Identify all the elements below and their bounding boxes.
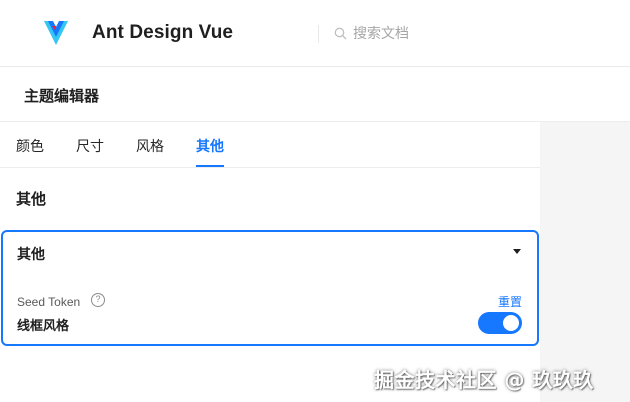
theme-editor-header: 主题编辑器 <box>0 67 630 122</box>
section-title: 其他 <box>16 190 47 208</box>
tab-bar: 颜色 尺寸 风格 其他 <box>0 122 540 168</box>
ant-design-vue-logo-icon[interactable] <box>42 17 70 49</box>
caret-down-icon[interactable] <box>513 249 521 254</box>
switch-knob <box>503 315 519 331</box>
search-icon <box>334 27 347 39</box>
top-header: Ant Design Vue 搜索文档 <box>0 0 630 67</box>
wireframe-switch[interactable] <box>478 312 522 334</box>
reset-button[interactable]: 重置 <box>498 293 522 310</box>
active-tab-indicator <box>196 165 224 167</box>
search-box[interactable]: 搜索文档 <box>334 23 409 43</box>
tab-color[interactable]: 颜色 <box>16 136 44 156</box>
seed-token-label: Seed Token <box>17 295 81 309</box>
group-title[interactable]: 其他 <box>17 244 45 264</box>
header-divider <box>318 25 319 43</box>
question-circle-icon[interactable]: ? <box>91 293 105 307</box>
brand-name[interactable]: Ant Design Vue <box>92 22 233 44</box>
token-group-card: 其他 Seed Token ? 重置 线框风格 <box>1 230 539 346</box>
preview-area <box>540 122 630 402</box>
editor-panel: 颜色 尺寸 风格 其他 其他 其他 Seed Token ? 重置 线框风格 <box>0 122 540 402</box>
tab-other[interactable]: 其他 <box>196 136 224 156</box>
page-title: 主题编辑器 <box>24 87 100 105</box>
search-input[interactable]: 搜索文档 <box>353 23 409 43</box>
token-name: 线框风格 <box>17 319 70 334</box>
tab-size[interactable]: 尺寸 <box>76 136 104 156</box>
watermark: 掘金技术社区 @ 玖玖玖 <box>374 368 594 392</box>
tab-style[interactable]: 风格 <box>136 136 164 156</box>
